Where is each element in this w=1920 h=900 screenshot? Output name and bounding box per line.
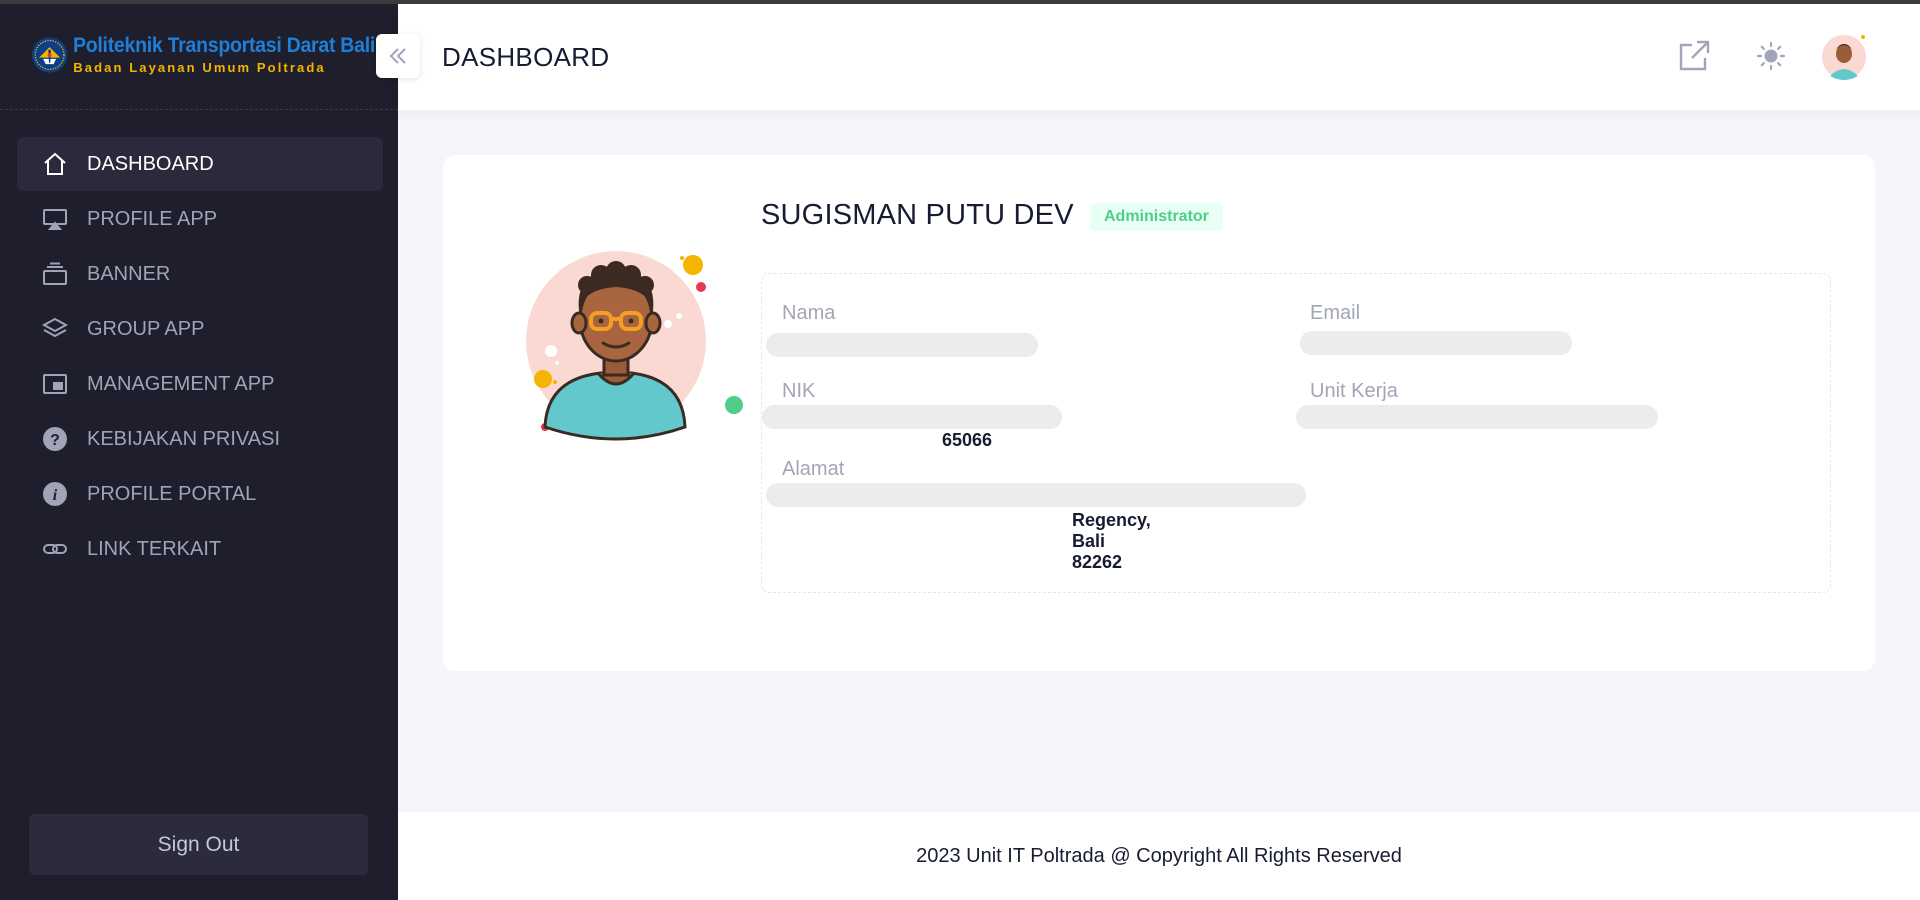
sidebar-item-label: DASHBOARD: [87, 152, 214, 175]
double-chevron-left-icon: [389, 48, 406, 64]
redacted-value: [766, 333, 1038, 357]
redacted-value: [1300, 331, 1572, 355]
poltrada-emblem-icon: [31, 36, 68, 73]
role-badge: Administrator: [1090, 203, 1223, 231]
footer: 2023 Unit IT Poltrada @ Copyright All Ri…: [398, 812, 1920, 900]
field-email-value: [1300, 331, 1572, 357]
field-email: Email: [1300, 302, 1572, 357]
page-title: DASHBOARD: [442, 42, 610, 72]
profile-card: SUGISMAN PUTU DEV Administrator Nama Ema…: [443, 155, 1875, 671]
copyright-text: 2023 Unit IT Poltrada @ Copyright All Ri…: [916, 844, 1402, 867]
brand[interactable]: Politeknik Transportasi Darat Bali Badan…: [0, 0, 398, 110]
sidebar-item-profile-app[interactable]: PROFILE APP: [17, 192, 383, 246]
sidebar-item-label: PROFILE PORTAL: [87, 482, 257, 505]
redacted-value: [1296, 405, 1658, 429]
field-unit-kerja: Unit Kerja: [1296, 380, 1658, 435]
info-circle-icon: i: [41, 480, 69, 508]
brand-subtitle: Badan Layanan Umum Poltrada: [73, 60, 326, 75]
redacted-value: [762, 405, 1062, 429]
sidebar-item-label: LINK TERKAIT: [87, 537, 222, 560]
field-nik: NIK …65066: [762, 380, 1062, 450]
theme-toggle-button[interactable]: [1751, 36, 1791, 76]
field-email-label: Email: [1310, 302, 1361, 324]
profile-details: Nama Email NIK …65066 Unit Kerja Ala: [761, 273, 1831, 593]
sidebar-item-kebijakan-privasi[interactable]: ? KEBIJAKAN PRIVASI: [17, 412, 383, 466]
sidebar-item-group-app[interactable]: GROUP APP: [17, 302, 383, 356]
field-nama-value: [766, 331, 1038, 357]
sidebar-collapse-button[interactable]: [376, 34, 420, 78]
window-top-border: [0, 0, 1920, 4]
field-alamat-label: Alamat: [782, 458, 845, 480]
picture-in-picture-icon: [41, 370, 69, 398]
sidebar-item-banner[interactable]: BANNER: [17, 247, 383, 301]
svg-text:?: ?: [50, 432, 60, 449]
field-nama: Nama: [766, 302, 1038, 357]
field-nik-label: NIK: [782, 380, 816, 402]
field-unit-kerja-label: Unit Kerja: [1310, 380, 1398, 402]
sidebar-item-link-terkait[interactable]: LINK TERKAIT: [17, 522, 383, 576]
field-unit-kerja-value: [1296, 405, 1658, 435]
field-alamat: Alamat …Regency, Bali 82262: [766, 458, 1306, 572]
stack-tray-icon: [41, 260, 69, 288]
sidebar-item-label: BANNER: [87, 262, 171, 285]
link-icon: [41, 535, 69, 563]
top-header: DASHBOARD: [398, 4, 1920, 110]
external-link-icon: [1679, 40, 1710, 71]
sidebar-menu: DASHBOARD PROFILE APP BANNER GROUP APP M…: [0, 110, 398, 576]
layers-icon: [41, 315, 69, 343]
brand-title: Politeknik Transportasi Darat Bali: [73, 34, 376, 57]
redacted-value: [766, 483, 1306, 507]
user-avatar-icon: [1822, 35, 1866, 80]
user-name: SUGISMAN PUTU DEV: [761, 199, 1074, 231]
user-avatar[interactable]: [1819, 32, 1869, 82]
sun-icon: [1756, 41, 1786, 71]
sidebar-item-management-app[interactable]: MANAGEMENT APP: [17, 357, 383, 411]
question-circle-icon: ?: [41, 425, 69, 453]
sidebar-item-label: MANAGEMENT APP: [87, 372, 275, 395]
sidebar: Politeknik Transportasi Darat Bali Badan…: [0, 0, 398, 900]
sidebar-item-label: KEBIJAKAN PRIVASI: [87, 427, 281, 450]
sidebar-item-profile-portal[interactable]: i PROFILE PORTAL: [17, 467, 383, 521]
sign-out-button[interactable]: Sign Out: [29, 814, 368, 875]
sidebar-item-dashboard[interactable]: DASHBOARD: [17, 137, 383, 191]
field-nama-label: Nama: [782, 302, 836, 324]
airplay-monitor-icon: [41, 205, 69, 233]
external-link-button[interactable]: [1674, 36, 1714, 76]
sidebar-item-label: PROFILE APP: [87, 207, 218, 230]
user-avatar-illustration: [526, 251, 743, 441]
field-nik-value: …65066: [762, 405, 1062, 450]
field-alamat-value: …Regency, Bali 82262: [766, 483, 1306, 572]
svg-text:i: i: [53, 487, 58, 504]
sidebar-item-label: GROUP APP: [87, 317, 205, 340]
home-icon: [41, 150, 69, 178]
